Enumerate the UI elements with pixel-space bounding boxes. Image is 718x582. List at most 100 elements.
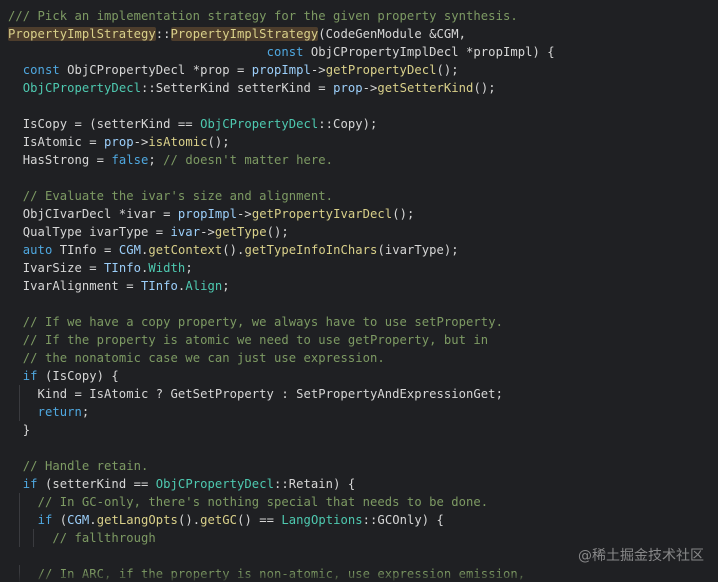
code-token: false xyxy=(111,153,149,167)
code-line[interactable]: auto TInfo = CGM.getContext().getTypeInf… xyxy=(0,241,718,259)
code-token: // fallthrough xyxy=(52,531,156,545)
code-token: (ivarType); xyxy=(377,243,459,257)
code-token: if xyxy=(37,513,53,527)
code-token: (); xyxy=(436,63,459,77)
code-line[interactable] xyxy=(0,97,718,115)
indent-guide xyxy=(33,529,35,547)
code-token: propImpl xyxy=(251,63,311,77)
code-token: CGM xyxy=(67,513,90,527)
code-line[interactable]: IsAtomic = prop->isAtomic(); xyxy=(0,133,718,151)
watermark: @稀土掘金技术社区 xyxy=(578,548,704,564)
code-line[interactable]: // If the property is atomic we need to … xyxy=(0,331,718,349)
code-token: const xyxy=(22,63,60,77)
code-token: IvarAlignment = xyxy=(8,279,141,293)
code-token: (); xyxy=(473,81,496,95)
code-line[interactable]: IsCopy = (setterKind == ObjCPropertyDecl… xyxy=(0,115,718,133)
code-token: (CodeGenModule &CGM, xyxy=(318,27,467,41)
code-line[interactable]: PropertyImplStrategy::PropertyImplStrate… xyxy=(0,25,718,43)
code-token: -> xyxy=(362,81,378,95)
code-line[interactable]: ObjCIvarDecl *ivar = propImpl->getProper… xyxy=(0,205,718,223)
code-token: // If we have a copy property, we always… xyxy=(22,315,503,329)
code-token: /// Pick an implementation strategy for … xyxy=(8,9,518,23)
code-line[interactable]: IvarSize = TInfo.Width; xyxy=(0,259,718,277)
code-token: // Handle retain. xyxy=(22,459,149,473)
indent-guide xyxy=(18,493,20,511)
code-token: QualType ivarType = xyxy=(8,225,171,239)
code-line[interactable]: // the nonatomic case we can just use ex… xyxy=(0,349,718,367)
code-line[interactable]: if (setterKind == ObjCPropertyDecl::Reta… xyxy=(0,475,718,493)
code-token: TInfo xyxy=(104,261,141,275)
code-token: TInfo xyxy=(140,279,178,293)
code-line[interactable]: const ObjCPropertyDecl *prop = propImpl-… xyxy=(0,61,718,79)
code-token: (); xyxy=(392,207,415,221)
code-token: Align xyxy=(185,279,223,293)
indent-guide xyxy=(18,511,20,529)
code-token: ::SetterKind setterKind = xyxy=(140,81,334,95)
bottom-fade xyxy=(0,572,718,582)
code-area[interactable]: /// Pick an implementation strategy for … xyxy=(0,7,718,582)
code-token: if xyxy=(22,369,38,383)
code-token: getSetterKind xyxy=(377,81,474,95)
code-line[interactable]: HasStrong = false; // doesn't matter her… xyxy=(0,151,718,169)
code-token: () == xyxy=(237,513,282,527)
code-token: const xyxy=(266,45,304,59)
code-token: Kind = IsAtomic ? GetSetProperty : SetPr… xyxy=(8,387,503,401)
code-token: getGC xyxy=(200,513,238,527)
code-token: ObjCPropertyDecl xyxy=(155,477,274,491)
code-line[interactable] xyxy=(0,295,718,313)
code-token: -> xyxy=(200,225,215,239)
code-line[interactable]: // In GC-only, there's nothing special t… xyxy=(0,493,718,511)
code-token: IsCopy = (setterKind == xyxy=(8,117,201,131)
code-token: -> xyxy=(237,207,252,221)
code-token: LangOptions xyxy=(281,513,363,527)
code-token: (); xyxy=(207,135,230,149)
code-token: prop xyxy=(333,81,363,95)
code-line[interactable]: } xyxy=(0,421,718,439)
code-line[interactable]: ObjCPropertyDecl::SetterKind setterKind … xyxy=(0,79,718,97)
code-line[interactable]: return; xyxy=(0,403,718,421)
code-token: Width xyxy=(148,261,186,275)
code-line[interactable]: if (IsCopy) { xyxy=(0,367,718,385)
code-token: ObjCIvarDecl *ivar = xyxy=(8,207,178,221)
code-token: (IsCopy) { xyxy=(37,369,119,383)
code-line[interactable]: const ObjCPropertyImplDecl *propImpl) { xyxy=(0,43,718,61)
code-line[interactable]: Kind = IsAtomic ? GetSetProperty : SetPr… xyxy=(0,385,718,403)
code-token: getTypeInfoInChars xyxy=(244,243,378,257)
code-token: ; xyxy=(185,261,193,275)
code-token: HasStrong = xyxy=(8,153,112,167)
code-line[interactable] xyxy=(0,439,718,457)
code-token: auto xyxy=(22,243,53,257)
code-token: ObjCPropertyDecl *prop = xyxy=(59,63,252,77)
code-token: propImpl xyxy=(177,207,238,221)
code-token: :: xyxy=(155,27,171,41)
code-line[interactable]: /// Pick an implementation strategy for … xyxy=(0,7,718,25)
code-token: ; xyxy=(222,279,230,293)
code-token: IvarSize = xyxy=(8,261,105,275)
code-editor[interactable]: /// Pick an implementation strategy for … xyxy=(0,0,718,582)
code-token: ; xyxy=(148,153,164,167)
code-line[interactable]: QualType ivarType = ivar->getType(); xyxy=(0,223,718,241)
code-line[interactable]: // Evaluate the ivar's size and alignmen… xyxy=(0,187,718,205)
code-token: // the nonatomic case we can just use ex… xyxy=(22,351,385,365)
code-token: (setterKind == xyxy=(37,477,156,491)
code-token: ::GCOnly) { xyxy=(362,513,444,527)
code-line[interactable]: IvarAlignment = TInfo.Align; xyxy=(0,277,718,295)
code-line[interactable] xyxy=(0,169,718,187)
code-token: (). xyxy=(222,243,245,257)
code-line[interactable]: // If we have a copy property, we always… xyxy=(0,313,718,331)
code-token: ::Retain) { xyxy=(273,477,356,491)
code-token: // In GC-only, there's nothing special t… xyxy=(37,495,489,509)
code-line[interactable]: if (CGM.getLangOpts().getGC() == LangOpt… xyxy=(0,511,718,529)
code-token: // doesn't matter here. xyxy=(163,153,334,167)
code-line[interactable]: // Handle retain. xyxy=(0,457,718,475)
code-token: ; xyxy=(81,405,90,419)
